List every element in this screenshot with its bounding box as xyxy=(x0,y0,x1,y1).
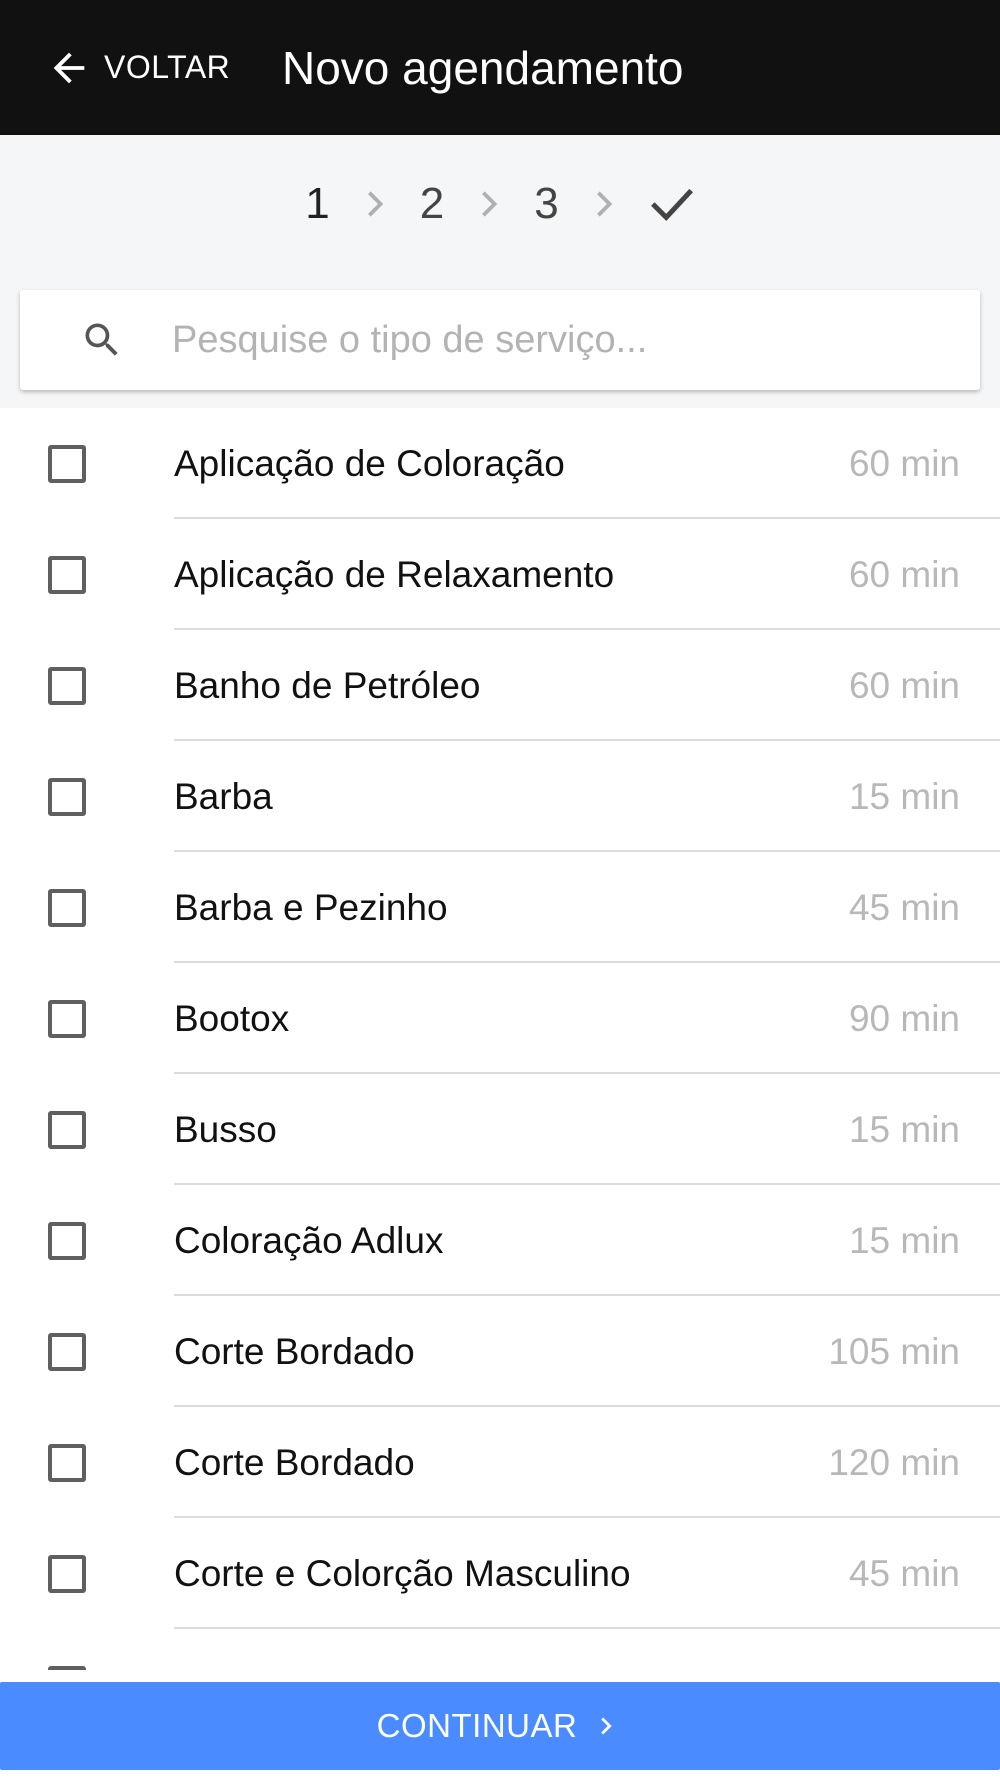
service-list: Aplicação de Coloração 60 min Aplicação … xyxy=(0,408,1000,1670)
list-item[interactable]: Aplicação de Relaxamento 60 min xyxy=(0,519,1000,630)
service-duration: 45 min xyxy=(848,886,960,928)
list-item[interactable]: Aplicação de Coloração 60 min xyxy=(0,408,1000,519)
service-duration: 45 min xyxy=(848,1552,960,1594)
service-duration: 120 min xyxy=(828,1441,960,1483)
service-duration: 90 min xyxy=(848,997,960,1039)
arrow-left-icon xyxy=(53,52,85,83)
checkbox[interactable] xyxy=(48,1444,86,1482)
service-name: Corte Bordado xyxy=(174,1441,415,1483)
service-name: Barba xyxy=(174,775,273,817)
service-duration: 15 min xyxy=(848,775,960,817)
service-name: Barba e Pezinho xyxy=(174,886,448,928)
list-item[interactable]: Barba 15 min xyxy=(0,741,1000,852)
service-duration: 60 min xyxy=(848,553,960,595)
search-area xyxy=(0,272,1000,408)
checkbox[interactable] xyxy=(48,1555,86,1593)
list-item[interactable]: Corte e Colorção Masculino 45 min xyxy=(0,1518,1000,1629)
service-name: Corte e Colorção Masculino xyxy=(174,1552,631,1594)
service-duration: 105 min xyxy=(828,1330,960,1372)
list-item[interactable]: Coloração Adlux 15 min xyxy=(0,1185,1000,1296)
continue-label: CONTINUAR xyxy=(376,1707,578,1744)
service-name: Aplicação de Coloração xyxy=(174,442,565,484)
step-3: 3 xyxy=(534,178,559,228)
checkbox[interactable] xyxy=(48,445,86,483)
back-label: VOLTAR xyxy=(104,49,231,85)
search-box[interactable] xyxy=(20,290,980,390)
step-2: 2 xyxy=(419,178,445,228)
list-item[interactable]: Corte Bordado 105 min xyxy=(0,1296,1000,1407)
list-item[interactable]: Busso 15 min xyxy=(0,1074,1000,1185)
checkbox[interactable] xyxy=(48,1666,86,1670)
list-item[interactable]: Bootox 90 min xyxy=(0,963,1000,1074)
search-icon xyxy=(85,323,118,356)
service-name: Aplicação de Relaxamento xyxy=(174,553,615,595)
list-item-partial[interactable] xyxy=(0,1629,1000,1670)
service-duration: 60 min xyxy=(848,442,960,484)
chevron-right-icon xyxy=(478,189,500,219)
service-duration: 60 min xyxy=(848,664,960,706)
checkbox[interactable] xyxy=(48,1222,86,1260)
service-name: Banho de Petróleo xyxy=(174,664,481,706)
stepper: 1 2 3 xyxy=(0,135,1000,272)
back-button[interactable]: VOLTAR xyxy=(46,0,230,135)
checkbox[interactable] xyxy=(48,1333,86,1371)
checkbox[interactable] xyxy=(48,778,86,816)
page-title: Novo agendamento xyxy=(282,41,684,94)
list-item[interactable]: Barba e Pezinho 45 min xyxy=(0,852,1000,963)
chevron-right-icon xyxy=(593,189,615,219)
checkbox[interactable] xyxy=(48,556,86,594)
checkbox[interactable] xyxy=(48,889,86,927)
continue-button[interactable]: CONTINUAR xyxy=(0,1682,1000,1770)
checkbox[interactable] xyxy=(48,667,86,705)
checkbox[interactable] xyxy=(48,1000,86,1038)
app-bar: VOLTAR Novo agendamento xyxy=(0,0,1000,135)
chevron-right-icon xyxy=(601,1717,612,1735)
checkbox[interactable] xyxy=(48,1111,86,1149)
list-item[interactable]: Banho de Petróleo 60 min xyxy=(0,630,1000,741)
list-item[interactable]: Corte Bordado 120 min xyxy=(0,1407,1000,1518)
service-duration: 15 min xyxy=(848,1219,960,1261)
search-input[interactable] xyxy=(172,290,952,390)
service-name: Bootox xyxy=(174,997,290,1039)
check-icon xyxy=(649,184,695,224)
service-name: Coloração Adlux xyxy=(174,1219,444,1261)
chevron-right-icon xyxy=(364,189,386,219)
service-name: Corte Bordado xyxy=(174,1330,415,1372)
service-name: Busso xyxy=(174,1108,277,1150)
service-duration: 15 min xyxy=(848,1108,960,1150)
step-1: 1 xyxy=(305,178,330,228)
